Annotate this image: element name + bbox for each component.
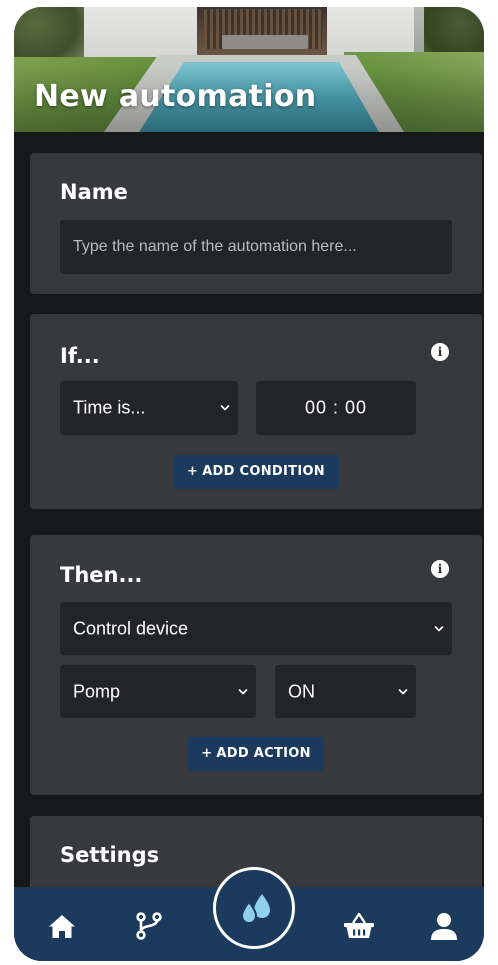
branch-icon [136, 912, 162, 940]
state-select-value: ON [288, 681, 315, 701]
add-action-label: ADD ACTION [216, 746, 311, 761]
basket-icon [344, 912, 374, 938]
app-screen: New automation Name If... i Time is... 0… [14, 7, 484, 961]
chevron-down-icon [398, 688, 408, 694]
plus-icon: + [201, 746, 213, 761]
automation-name-input[interactable] [60, 220, 452, 274]
action-select-value: Control device [73, 618, 189, 638]
user-icon [431, 913, 457, 940]
time-value: 00 : 00 [304, 397, 368, 418]
device-select-value: Pomp [73, 681, 121, 701]
add-condition-button[interactable]: + ADD CONDITION [173, 455, 339, 489]
name-card: Name [30, 153, 482, 294]
automation-form: Name If... i Time is... 00 : 00 +ADD CON… [14, 132, 484, 936]
if-card-title: If... [60, 344, 100, 368]
time-input[interactable]: 00 : 00 [256, 381, 416, 435]
plus-icon: + [186, 464, 199, 479]
nav-profile[interactable] [428, 910, 464, 946]
chevron-down-icon [220, 405, 230, 411]
add-condition-label: ADD CONDITION [202, 464, 325, 479]
nav-home[interactable] [46, 910, 82, 946]
then-card-title: Then... [60, 563, 143, 587]
then-card: Then... i Control device Pomp ON + ADD A… [30, 535, 482, 795]
header-image: New automation [14, 7, 484, 132]
page-title: New automation [34, 79, 317, 114]
info-icon[interactable]: i [431, 343, 449, 361]
water-drops-icon [240, 894, 270, 925]
hero-sofa [222, 35, 308, 49]
condition-select-value: Time is... [73, 397, 146, 418]
water-button[interactable] [213, 867, 295, 949]
home-icon [49, 915, 75, 938]
name-card-title: Name [60, 180, 128, 204]
chevron-down-icon [434, 625, 444, 631]
info-icon[interactable]: i [431, 560, 449, 578]
add-action-button[interactable]: + ADD ACTION [188, 737, 324, 771]
settings-card-title: Settings [60, 843, 160, 867]
chevron-down-icon [238, 688, 248, 694]
if-card: If... i Time is... 00 : 00 + ADD CONDITIO… [30, 314, 482, 509]
state-select[interactable]: ON [275, 665, 416, 718]
condition-select[interactable]: Time is... [60, 381, 238, 435]
device-select[interactable]: Pomp [60, 665, 256, 718]
nav-automations[interactable] [133, 910, 169, 946]
action-select[interactable]: Control device [60, 602, 452, 655]
nav-shop[interactable] [342, 910, 378, 946]
